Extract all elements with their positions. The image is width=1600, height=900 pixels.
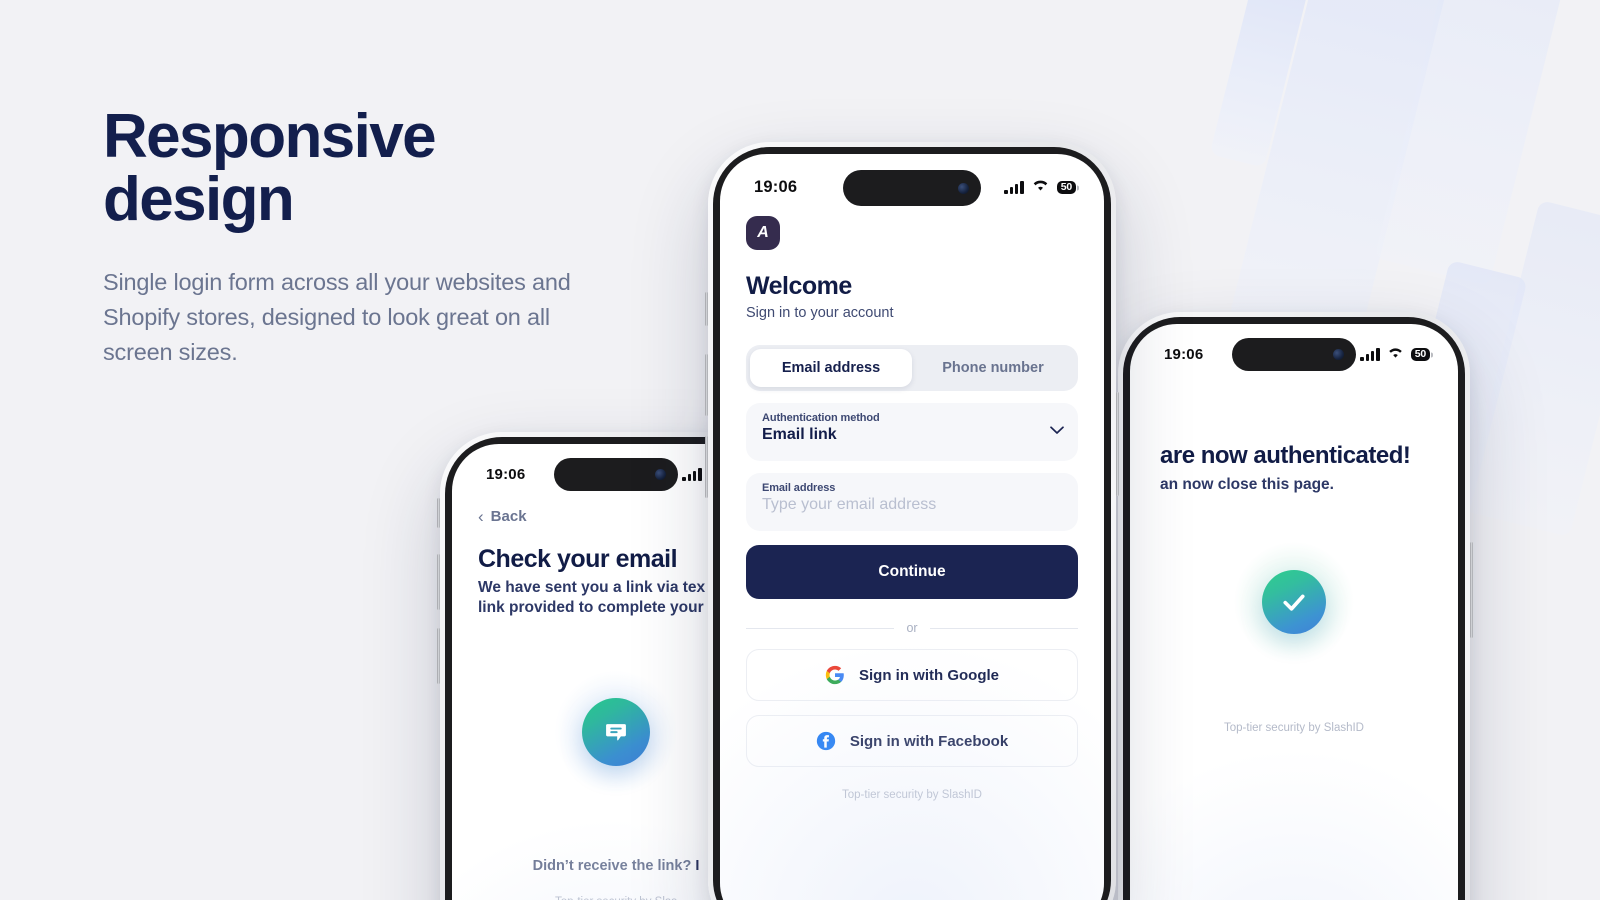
welcome-content: A Welcome Sign in to your account Email … <box>720 212 1104 801</box>
continue-button[interactable]: Continue <box>746 545 1078 599</box>
phone-welcome: 19:06 50 A Welcome Sign in to your accou… <box>705 142 1119 900</box>
battery-icon: 50 <box>1410 348 1430 361</box>
dynamic-island <box>1232 338 1356 371</box>
chevron-down-icon[interactable] <box>1050 426 1064 438</box>
auth-method-tabs: Email address Phone number <box>746 345 1078 391</box>
phone-screen: 19:06 50 A Welcome Sign in to your accou… <box>720 154 1104 900</box>
chevron-left-icon: ‹ <box>478 507 484 526</box>
volume-up-button[interactable] <box>705 354 708 416</box>
decorative-stripe <box>1209 0 1313 168</box>
cellular-signal-icon <box>682 468 702 481</box>
screenshot-root: Responsive design Single login form acro… <box>0 0 1600 900</box>
cellular-signal-icon <box>1360 348 1380 361</box>
sign-in-with-google-label: Sign in with Google <box>859 666 999 684</box>
silent-switch[interactable] <box>437 498 440 528</box>
sign-in-with-facebook-button[interactable]: Sign in with Facebook <box>746 715 1078 767</box>
hero-copy: Responsive design Single login form acro… <box>103 105 573 370</box>
wifi-icon <box>1387 346 1404 363</box>
authentication-method-value: Email link <box>762 426 837 443</box>
divider-label: or <box>906 621 918 635</box>
app-logo-letter: A <box>757 224 769 241</box>
wifi-icon <box>1031 178 1050 197</box>
google-icon <box>825 665 845 685</box>
email-input[interactable]: Type your email address <box>762 496 1062 514</box>
page-title: Responsive design <box>103 105 573 231</box>
phone-screen: 19:06 50 are now authenticated! an now c… <box>1130 324 1458 900</box>
email-address-label: Email address <box>762 482 836 494</box>
cellular-signal-icon <box>1004 181 1024 194</box>
sign-in-with-google-button[interactable]: Sign in with Google <box>746 649 1078 701</box>
email-address-field[interactable]: Email address Type your email address <box>746 473 1078 531</box>
authenticated-body: an now close this page. <box>1160 476 1334 493</box>
power-button[interactable] <box>1470 542 1473 638</box>
welcome-heading: Welcome <box>746 272 852 300</box>
front-camera-icon <box>1333 349 1344 360</box>
power-button[interactable] <box>1116 392 1119 496</box>
sign-in-with-facebook-label: Sign in with Facebook <box>849 732 1009 750</box>
authentication-method-select[interactable]: Authentication method Email link <box>746 403 1078 461</box>
status-time: 19:06 <box>754 178 798 196</box>
volume-down-button[interactable] <box>437 628 440 684</box>
success-glow <box>1234 542 1354 662</box>
resend-action-link[interactable]: I <box>695 858 699 874</box>
dynamic-island <box>554 458 678 491</box>
resend-prompt: Didn’t receive the link? <box>532 857 692 874</box>
front-camera-icon <box>958 182 969 194</box>
divider: or <box>746 621 1078 635</box>
check-circle-icon <box>1262 570 1326 634</box>
volume-down-button[interactable] <box>705 436 708 498</box>
back-button-label: Back <box>490 508 527 525</box>
email-glow <box>554 669 678 794</box>
battery-level: 50 <box>1414 348 1426 360</box>
authenticated-heading: are now authenticated! <box>1160 442 1411 469</box>
tab-email-address[interactable]: Email address <box>750 349 912 387</box>
page-title-line-2: design <box>103 165 295 235</box>
page-description: Single login form across all your websit… <box>103 269 571 365</box>
status-indicators: 50 <box>1004 178 1104 197</box>
battery-level: 50 <box>1060 181 1072 193</box>
status-time: 19:06 <box>1164 346 1204 363</box>
divider-line-left <box>746 627 895 629</box>
facebook-icon <box>816 731 836 751</box>
status-time: 19:06 <box>486 466 526 483</box>
success-illustration <box>1160 542 1428 662</box>
authenticated-content: are now authenticated! an now close this… <box>1130 442 1458 734</box>
decorative-stripe <box>1374 0 1591 287</box>
decorative-stripe <box>1462 200 1600 538</box>
volume-up-button[interactable] <box>437 554 440 610</box>
phone-authenticated: 19:06 50 are now authenticated! an now c… <box>1118 312 1473 900</box>
front-camera-icon <box>655 469 666 480</box>
page-title-line-1: Responsive <box>103 102 437 171</box>
divider-line-right <box>929 627 1078 629</box>
battery-icon: 50 <box>1056 181 1076 194</box>
decorative-stripe <box>1229 0 1467 349</box>
tab-phone-number[interactable]: Phone number <box>912 349 1074 387</box>
chat-bubble-icon <box>582 697 650 766</box>
welcome-subheading: Sign in to your account <box>746 305 894 321</box>
security-footer: Top-tier security by SlashID <box>1224 722 1364 734</box>
dynamic-island <box>843 170 981 206</box>
app-logo: A <box>742 212 784 254</box>
status-indicators: 50 <box>1360 346 1458 363</box>
silent-switch[interactable] <box>705 292 708 326</box>
authentication-method-label: Authentication method <box>762 412 880 424</box>
security-footer: Top-tier security by SlashID <box>842 789 982 801</box>
